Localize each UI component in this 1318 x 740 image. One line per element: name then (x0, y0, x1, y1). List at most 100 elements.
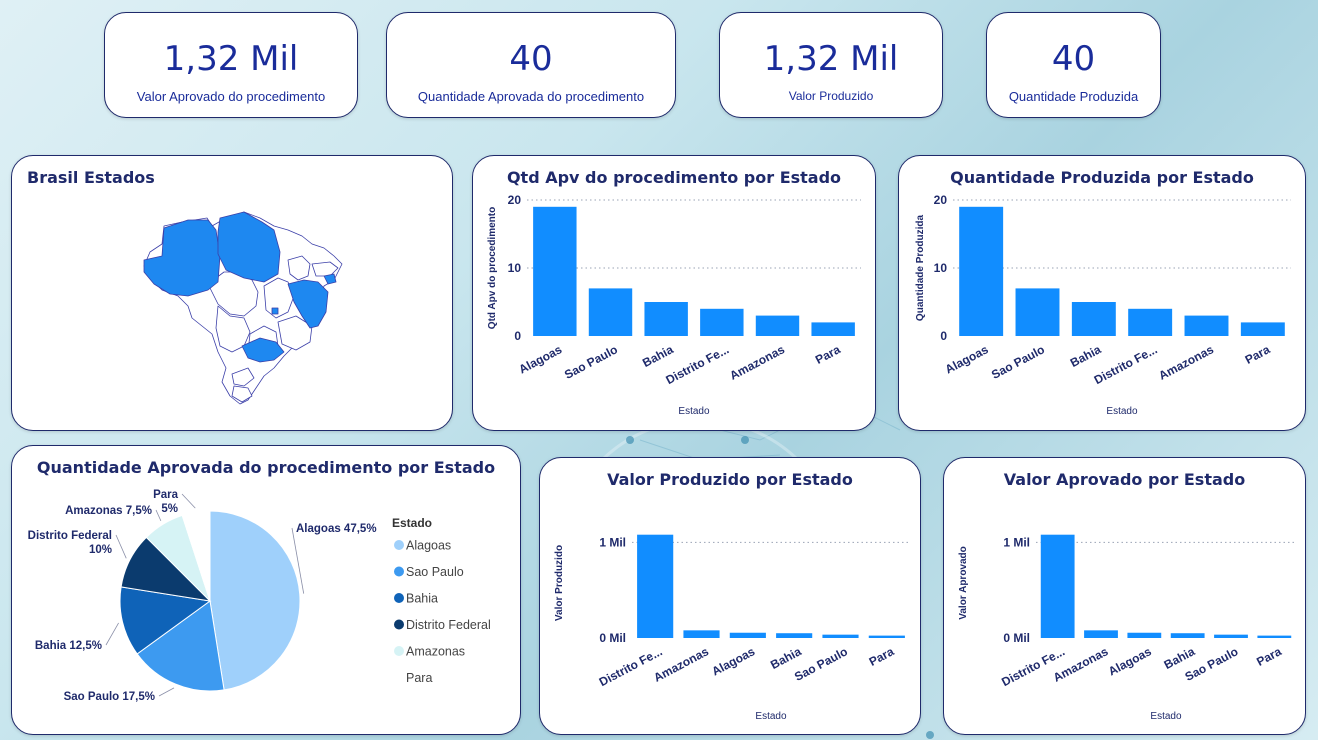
chart-card-pie: Quantidade Aprovada do procedimento por … (11, 445, 521, 735)
pie-data-label: 5% (161, 503, 178, 515)
kpi-label: Valor Produzido (788, 89, 874, 103)
x-tick-label: Amazonas (727, 342, 787, 383)
bar[interactable] (822, 634, 859, 638)
bar-chart-qtd-prod[interactable]: 0 10 20 AlagoasSao Paulo BahiaDistrito Fe...… (899, 156, 1305, 430)
bar[interactable] (1015, 288, 1060, 336)
bar[interactable] (729, 632, 766, 638)
x-axis-label: Estado (1106, 406, 1138, 417)
leader-line (155, 509, 162, 522)
chart-card-valor-prod: Valor Produzido por Estado 0 Mil 1 Mil Dis… (539, 457, 921, 735)
leader-line (181, 493, 196, 509)
bar[interactable] (811, 322, 855, 336)
y-tick-label: 0 (514, 329, 521, 343)
leader-line (115, 534, 127, 559)
pie-data-label: 10% (89, 544, 112, 556)
y-axis-label: Quantidade Produzida (915, 215, 926, 322)
chart-card-qtd-apv: Qtd Apv do procedimento por Estado 0 10 20… (472, 155, 876, 431)
bar[interactable] (1128, 308, 1173, 336)
y-tick-label: 20 (934, 193, 948, 207)
chart-card-valor-apv: Valor Aprovado por Estado 0 Mil 1 Mil Dist… (943, 457, 1306, 735)
kpi-label: Valor Aprovado do procedimento (136, 89, 326, 104)
x-tick-label: Alagoas (516, 342, 564, 376)
chart-card-qtd-prod: Quantidade Produzida por Estado 0 10 20 Ala… (898, 155, 1306, 431)
bar[interactable] (959, 206, 1004, 336)
x-tick-label: Sao Paulo (989, 342, 1047, 382)
map-card: Brasil Estados (11, 155, 453, 431)
x-tick-label: Alagoas (1106, 644, 1154, 678)
legend-item[interactable]: Para (406, 671, 432, 685)
bar[interactable] (533, 206, 577, 336)
pie-data-label: Alagoas 47,5% (296, 523, 377, 535)
kpi-label: Quantidade Aprovada do procedimento (417, 89, 645, 104)
y-axis-label: Valor Produzido (554, 545, 565, 621)
bar[interactable] (700, 308, 744, 336)
bar[interactable] (1240, 322, 1285, 336)
kpi-value: 1,32 Mil (763, 39, 899, 79)
y-tick-label: 0 (940, 329, 947, 343)
leader-line (105, 622, 119, 646)
bar[interactable] (1214, 634, 1248, 638)
bar[interactable] (683, 630, 720, 638)
bar[interactable] (1170, 633, 1205, 638)
pie-data-label: Sao Paulo 17,5% (64, 691, 155, 703)
y-axis-label: Valor Aprovado (958, 546, 969, 620)
bar[interactable] (637, 534, 674, 638)
x-tick-label: Amazonas (1156, 342, 1216, 383)
y-tick-label: 0 Mil (1003, 631, 1030, 645)
legend-marker (394, 619, 404, 630)
leader-line (158, 687, 175, 697)
bar[interactable] (644, 302, 688, 336)
legend-marker (394, 646, 404, 656)
bar[interactable] (1071, 302, 1116, 336)
brazil-map[interactable] (12, 156, 452, 430)
bar[interactable] (1084, 630, 1118, 638)
bar[interactable] (755, 315, 800, 336)
x-tick-label: Alagoas (943, 342, 991, 376)
x-tick-label: Distrito Fe... (1092, 342, 1160, 387)
legend-marker (394, 672, 404, 683)
x-tick-label: Bahia (640, 342, 676, 370)
legend-item[interactable]: Alagoas (406, 539, 451, 553)
bar[interactable] (1184, 315, 1229, 336)
legend-marker (394, 593, 404, 603)
bar[interactable] (588, 288, 633, 336)
kpi-value: 1,32 Mil (163, 39, 299, 79)
bar[interactable] (1257, 635, 1292, 638)
bar[interactable] (868, 635, 905, 638)
pie-data-label: Distrito Federal (28, 530, 112, 542)
pie-data-label: Amazonas 7,5% (65, 505, 152, 517)
x-tick-label: Sao Paulo (562, 342, 620, 382)
bar[interactable] (776, 633, 813, 638)
legend-title: Estado (392, 516, 432, 530)
pie-data-label: Bahia 12,5% (35, 640, 102, 652)
legend-item[interactable]: Sao Paulo (406, 565, 464, 579)
bar[interactable] (1040, 534, 1075, 638)
pie-slice[interactable] (209, 510, 301, 691)
legend-item[interactable]: Bahia (406, 592, 438, 606)
y-tick-label: 1 Mil (599, 535, 626, 549)
legend-item[interactable]: Amazonas (406, 645, 465, 659)
x-tick-label: Distrito Fe... (663, 342, 731, 387)
bar-chart-valor-apv[interactable]: 0 Mil1 MilDistrito Fe...AmazonasAlagoas B… (944, 458, 1305, 734)
y-tick-label: 10 (934, 261, 948, 275)
x-tick-label: Sao Paulo (792, 644, 850, 684)
bar-chart-qtd-apv[interactable]: 0 10 20 AlagoasSao Paulo BahiaDistrito Fe...… (473, 156, 875, 430)
kpi-card-quantidade-produzida: 40 Quantidade Produzida (986, 12, 1161, 118)
map-state-amazonas (143, 219, 221, 297)
y-tick-label: 1 Mil (1003, 535, 1030, 549)
pie-chart-qtd-aprovada[interactable]: Alagoas 47,5% Sao Paulo 17,5% Bahia 12,5% D… (12, 446, 520, 734)
x-axis-label: Estado (1150, 711, 1182, 722)
bar[interactable] (1127, 632, 1162, 638)
y-tick-label: 0 Mil (599, 631, 626, 645)
map-state-distrito-federal (271, 307, 279, 315)
legend-item[interactable]: Distrito Federal (406, 618, 491, 632)
x-tick-label: Bahia (1068, 342, 1104, 370)
kpi-label: Quantidade Produzida (1008, 89, 1139, 104)
legend-marker (394, 540, 404, 550)
x-tick-label: Para (813, 342, 843, 367)
x-tick-label: Alagoas (709, 644, 757, 678)
bar-chart-valor-prod[interactable]: 0 Mil1 MilDistrito Fe...AmazonasAlagoas B… (540, 458, 920, 734)
x-axis-label: Estado (678, 406, 710, 417)
x-axis-label: Estado (755, 711, 787, 722)
legend-marker (394, 566, 404, 577)
